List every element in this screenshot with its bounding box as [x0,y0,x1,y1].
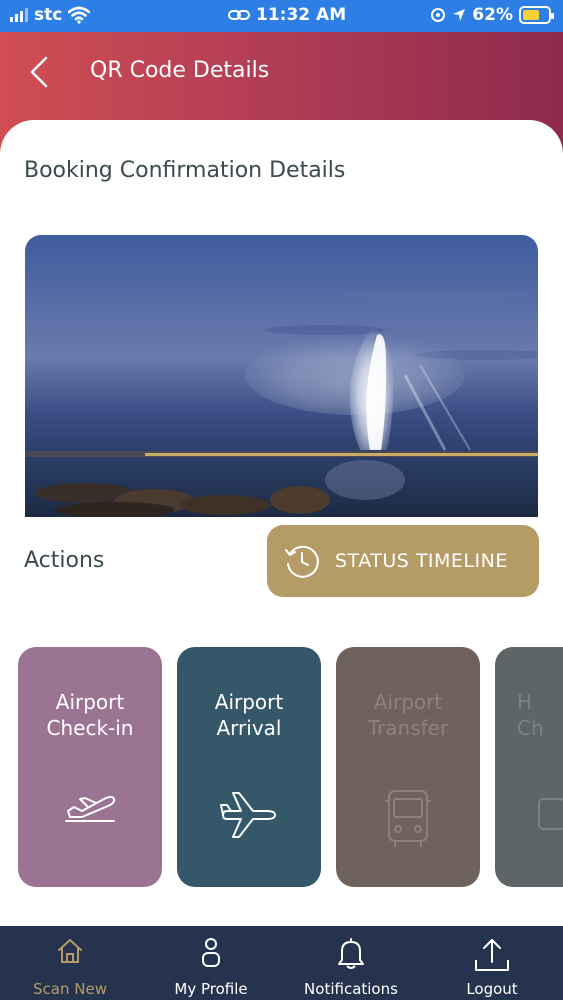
upload-icon [422,936,562,974]
orientation-lock-icon [431,8,446,22]
status-bar: stc 11:32 AM 62% [0,0,563,32]
card-label: Airport Transfer [367,690,449,740]
card-label: Airport Check-in [46,690,134,740]
status-center: 11:32 AM [228,5,346,25]
plane-takeoff-icon [18,787,162,827]
airplane-icon [177,787,321,843]
bus-icon [336,787,480,851]
card-hotel-checkin[interactable]: H Ch [495,647,563,887]
status-left: stc [10,5,91,25]
navigation-bar: QR Code Details [0,40,563,104]
action-cards: Airport Check-in Airport Arrival Airport… [18,647,563,887]
tab-notifications[interactable]: Notifications [281,926,421,1000]
card-airport-arrival[interactable]: Airport Arrival [177,647,321,887]
card-label: H Ch [517,690,544,740]
fountain-image [25,235,538,517]
tab-my-profile[interactable]: My Profile [141,926,281,1000]
tab-label: My Profile [174,980,248,998]
battery-icon [519,6,554,24]
destination-photo [25,235,538,517]
actions-label: Actions [24,548,105,573]
bell-icon [281,936,421,970]
battery-percent: 62% [472,5,513,25]
page-title: QR Code Details [90,58,270,83]
card-airport-transfer[interactable]: Airport Transfer [336,647,480,887]
suitcase-icon [495,787,563,837]
tab-logout[interactable]: Logout [422,926,562,1000]
chevron-left-icon [30,56,48,88]
link-icon [228,10,250,20]
tab-label: Logout [466,980,518,998]
status-timeline-button[interactable]: STATUS TIMELINE [267,525,539,597]
clock: 11:32 AM [256,5,347,25]
person-icon [141,936,281,968]
tab-label: Notifications [304,980,398,998]
history-clock-icon [285,545,319,578]
tab-scan-new[interactable]: Scan New [0,926,140,1000]
status-timeline-label: STATUS TIMELINE [335,550,508,572]
signal-icon [10,8,28,22]
status-right: 62% [430,5,554,25]
section-title: Booking Confirmation Details [24,158,346,183]
location-icon [453,9,466,21]
content-sheet: Booking Confirmation Details Actions STA… [0,120,563,930]
card-label: Airport Arrival [214,690,284,740]
home-icon [0,936,140,966]
carrier-label: stc [34,5,63,25]
back-button[interactable] [22,52,62,92]
card-airport-checkin[interactable]: Airport Check-in [18,647,162,887]
wifi-icon [68,6,91,24]
tab-label: Scan New [33,980,107,998]
tab-bar: Scan New My Profile Notifications Logout [0,926,563,1000]
